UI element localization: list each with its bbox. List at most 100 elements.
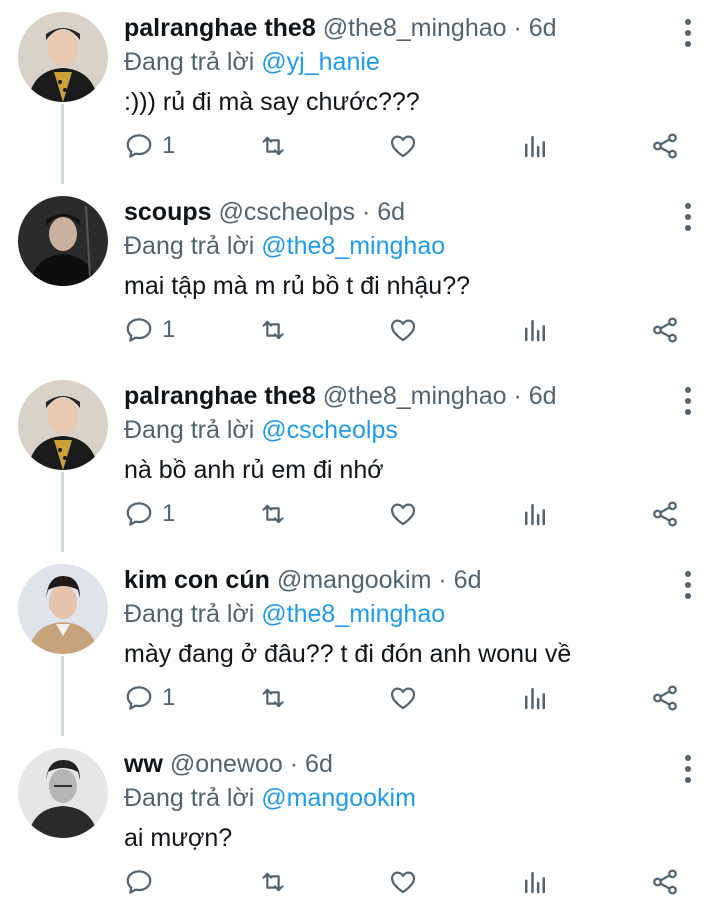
timestamp[interactable]: 6d: [377, 198, 405, 226]
retweet-button[interactable]: [258, 864, 288, 900]
user-handle[interactable]: @mangookim: [277, 566, 432, 594]
tweet-actions: 1: [124, 128, 694, 164]
tweet-actions: 1: [124, 312, 694, 348]
tweet-actions: 1: [124, 680, 694, 716]
tweet-text: nà bồ anh rủ em đi nhớ: [124, 456, 384, 484]
reply-thread: palranghae the8 @the8_minghao · 6d Đang …: [0, 0, 720, 913]
retweet-button[interactable]: [258, 680, 288, 716]
avatar[interactable]: [18, 564, 108, 654]
timestamp[interactable]: 6d: [529, 382, 557, 410]
reply-button[interactable]: 1: [124, 680, 175, 716]
display-name[interactable]: ww: [124, 750, 163, 778]
thread-line: [61, 472, 64, 552]
timestamp[interactable]: 6d: [454, 566, 482, 594]
reply-button[interactable]: [124, 864, 162, 900]
tweet-actions: [124, 864, 694, 900]
tweet-header: scoups @cscheolps · 6d: [124, 194, 680, 230]
replying-to-handle[interactable]: @the8_minghao: [261, 600, 445, 628]
analytics-icon: [525, 688, 545, 710]
replying-to-handle[interactable]: @the8_minghao: [261, 232, 445, 260]
reply-button[interactable]: 1: [124, 128, 175, 164]
separator: ·: [513, 382, 522, 410]
tweet[interactable]: palranghae the8 @the8_minghao · 6d Đang …: [0, 368, 720, 552]
separator: ·: [362, 198, 371, 226]
separator: ·: [438, 566, 447, 594]
reply-count: 1: [162, 684, 176, 711]
timestamp[interactable]: 6d: [305, 750, 333, 778]
more-options-icon[interactable]: [684, 570, 692, 600]
share-icon: [653, 133, 677, 159]
tweet[interactable]: ww @onewoo · 6d Đang trả lời @mangookim …: [0, 736, 720, 913]
share-button[interactable]: [650, 864, 680, 900]
reply-icon: [126, 134, 152, 158]
avatar[interactable]: [18, 380, 108, 470]
display-name[interactable]: palranghae the8: [124, 382, 316, 410]
analytics-button[interactable]: [520, 128, 550, 164]
replying-to-handle[interactable]: @mangookim: [261, 784, 416, 812]
display-name[interactable]: kim con cún: [124, 566, 270, 594]
tweet[interactable]: kim con cún @mangookim · 6d Đang trả lời…: [0, 552, 720, 736]
analytics-button[interactable]: [520, 680, 550, 716]
tweet-header: ww @onewoo · 6d: [124, 746, 680, 782]
display-name[interactable]: palranghae the8: [124, 14, 316, 42]
share-button[interactable]: [650, 496, 680, 532]
timestamp[interactable]: 6d: [529, 14, 557, 42]
reply-button[interactable]: 1: [124, 496, 175, 532]
display-name[interactable]: scoups: [124, 198, 212, 226]
like-button[interactable]: [388, 680, 418, 716]
more-options-icon[interactable]: [684, 754, 692, 784]
share-icon: [653, 501, 677, 527]
separator: ·: [289, 750, 299, 778]
user-handle[interactable]: @onewoo: [170, 750, 283, 778]
tweet[interactable]: scoups @cscheolps · 6d Đang trả lời @the…: [0, 184, 720, 368]
like-button[interactable]: [388, 128, 418, 164]
retweet-button[interactable]: [258, 312, 288, 348]
share-button[interactable]: [650, 128, 680, 164]
replying-to: Đang trả lời @the8_minghao: [124, 230, 680, 262]
share-button[interactable]: [650, 680, 680, 716]
avatar[interactable]: [18, 12, 108, 102]
like-button[interactable]: [388, 496, 418, 532]
replying-to-handle[interactable]: @cscheolps: [261, 416, 398, 444]
replying-to: Đang trả lời @yj_hanie: [124, 46, 680, 78]
tweet[interactable]: palranghae the8 @the8_minghao · 6d Đang …: [0, 0, 720, 184]
more-options-icon[interactable]: [684, 202, 692, 232]
analytics-icon: [525, 872, 545, 894]
replying-to: Đang trả lời @cscheolps: [124, 414, 680, 446]
replying-to-handle[interactable]: @yj_hanie: [261, 48, 380, 76]
reply-button[interactable]: 1: [124, 312, 175, 348]
analytics-button[interactable]: [520, 312, 550, 348]
user-handle[interactable]: @the8_minghao: [323, 14, 507, 42]
more-options-icon[interactable]: [684, 18, 692, 48]
analytics-button[interactable]: [520, 496, 550, 532]
like-button[interactable]: [388, 312, 418, 348]
heart-icon: [390, 319, 416, 342]
tweet-content: ww @onewoo · 6d Đang trả lời @mangookim …: [124, 746, 680, 858]
replying-to: Đang trả lời @the8_minghao: [124, 598, 680, 630]
share-icon: [653, 869, 677, 895]
retweet-icon: [262, 136, 284, 156]
analytics-button[interactable]: [520, 864, 550, 900]
tweet-text: mai tập mà m rủ bồ t đi nhậu??: [124, 272, 471, 300]
avatar[interactable]: [18, 196, 108, 286]
tweet-actions: 1: [124, 496, 694, 532]
reply-icon: [126, 686, 152, 710]
tweet-header: palranghae the8 @the8_minghao · 6d: [124, 10, 680, 46]
share-button[interactable]: [650, 312, 680, 348]
reply-icon: [126, 318, 152, 342]
analytics-icon: [525, 320, 545, 342]
tweet-text: ai mượn?: [124, 824, 233, 852]
tweet-content: scoups @cscheolps · 6d Đang trả lời @the…: [124, 194, 680, 306]
heart-icon: [390, 503, 416, 526]
retweet-icon: [262, 504, 284, 524]
like-button[interactable]: [388, 864, 418, 900]
reply-icon: [126, 870, 152, 894]
user-handle[interactable]: @cscheolps: [218, 198, 355, 226]
retweet-button[interactable]: [258, 496, 288, 532]
retweet-button[interactable]: [258, 128, 288, 164]
user-handle[interactable]: @the8_minghao: [323, 382, 507, 410]
reply-count: 1: [162, 316, 176, 343]
more-options-icon[interactable]: [684, 386, 692, 416]
reply-count: 1: [162, 132, 176, 159]
avatar[interactable]: [18, 748, 108, 838]
